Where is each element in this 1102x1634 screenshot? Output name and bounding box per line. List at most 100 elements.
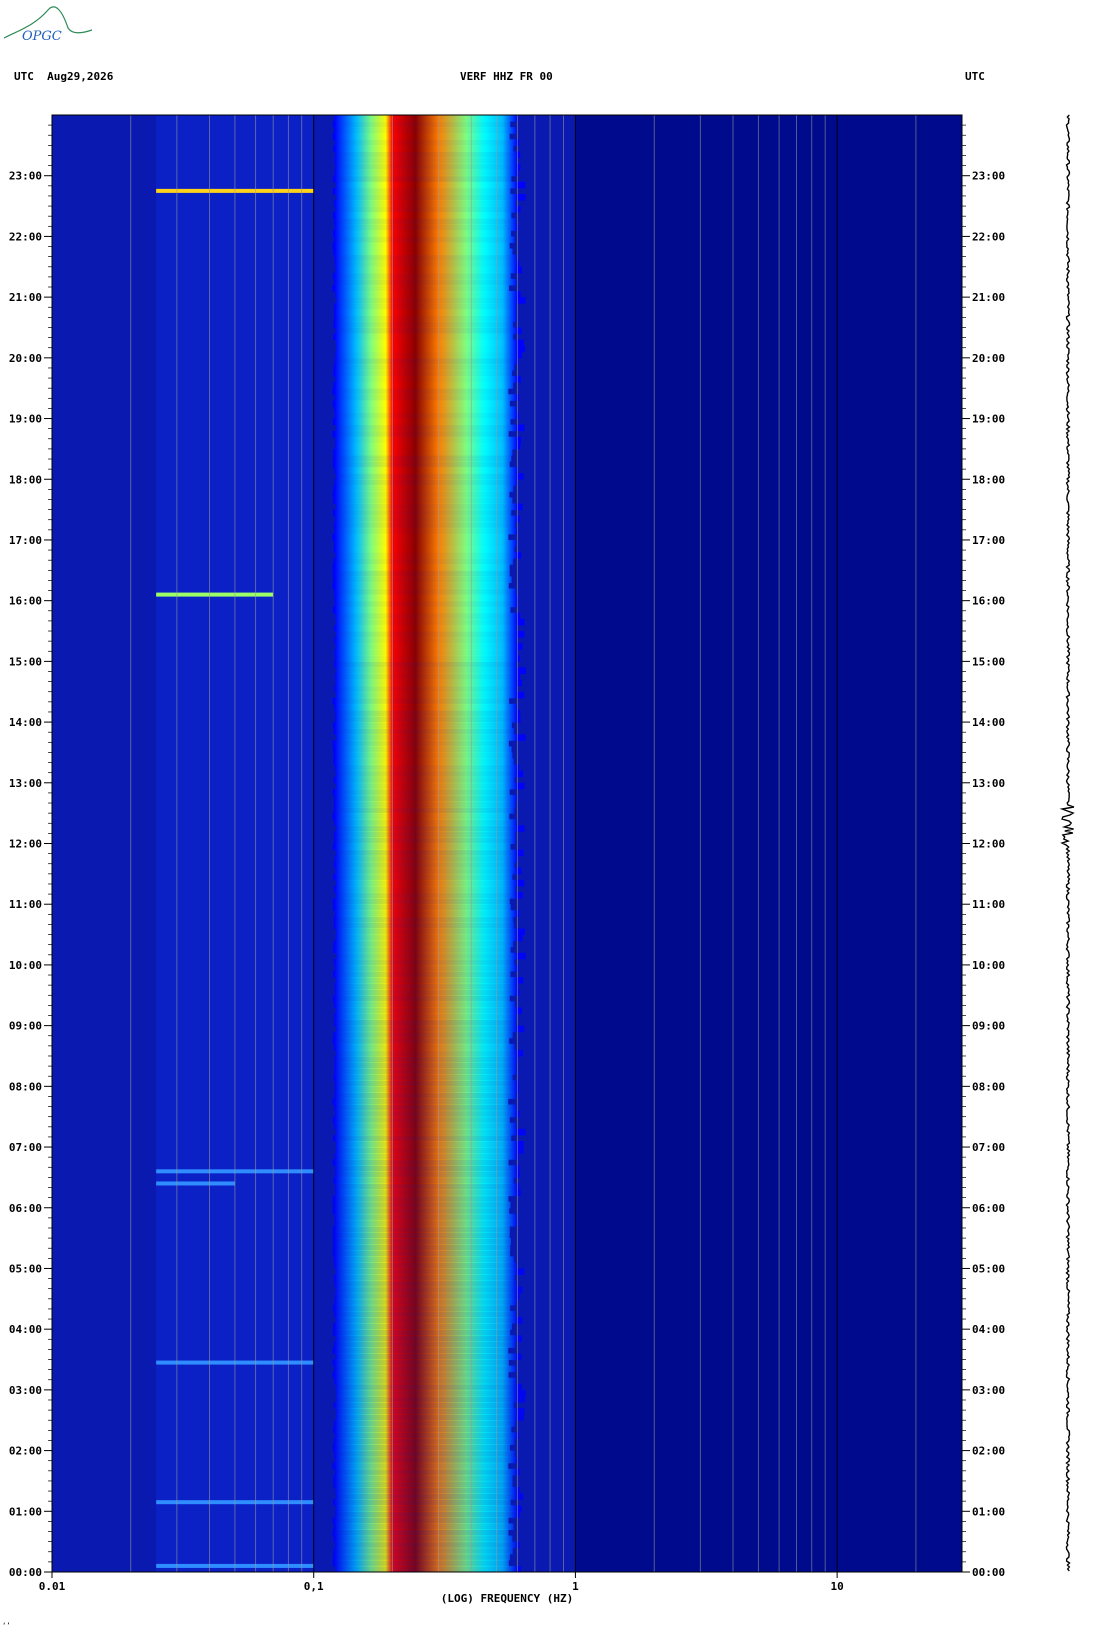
footer-mark: ‘’ [2,1622,11,1630]
band-row [333,1001,516,1008]
y-tick-label-left: 01:00 [9,1505,42,1518]
band-row [335,1049,524,1057]
band-row [333,1480,513,1488]
band-row [334,1086,519,1093]
band-row [334,1377,517,1385]
band-row [332,1232,510,1239]
x-tick-label: 10 [831,1580,844,1593]
band-row [334,794,518,802]
band-row [332,1499,511,1506]
band-row [333,1134,512,1142]
band-row [333,558,514,565]
band-row [334,127,517,134]
band-row [333,369,513,377]
band-row [333,333,514,341]
band-row [332,1371,509,1379]
band-row [333,576,512,583]
band-row [334,1153,519,1160]
band-row [332,1347,509,1354]
y-tick-label-left: 23:00 [9,170,42,183]
band-row [334,412,519,420]
band-row [334,1541,520,1549]
y-tick-label-left: 06:00 [9,1202,42,1215]
band-row [334,964,519,972]
band-row [334,1213,518,1221]
y-tick-label-right: 08:00 [972,1080,1005,1093]
band-row [332,1201,511,1209]
band-row [332,230,512,237]
band-row [333,1535,513,1543]
band-row [333,175,512,183]
band-row [333,546,515,553]
band-row [332,1329,511,1336]
band-row [334,1310,516,1318]
band-row [332,1159,509,1166]
band-row [333,145,514,152]
band-row [332,1529,509,1537]
band-row [332,570,510,577]
band-row [334,1183,520,1191]
band-row [333,1031,513,1039]
band-row [333,485,514,492]
band-row [333,1074,513,1081]
y-tick-label-left: 12:00 [9,838,42,851]
y-tick-label-right: 00:00 [972,1566,1005,1579]
band-row [334,1068,518,1075]
y-tick-label-right: 12:00 [972,838,1005,851]
band-row [332,1444,510,1452]
band-row [334,224,519,231]
band-row [335,1383,523,1391]
band-row [334,637,518,644]
band-row [332,388,509,395]
band-row [334,1013,517,1021]
band-row [332,272,511,280]
band-row [332,400,510,407]
band-row [336,691,525,699]
y-tick-label-right: 17:00 [972,534,1005,547]
y-tick-label-right: 18:00 [972,473,1005,486]
band-row [334,406,517,413]
y-tick-label-left: 09:00 [9,1020,42,1033]
band-row [334,357,519,365]
band-row [333,1043,515,1051]
band-row [333,752,513,760]
band-row [334,394,519,401]
band-row [332,121,511,128]
band-row [334,1171,520,1178]
band-row [333,873,513,881]
y-tick-label-right: 19:00 [972,413,1005,426]
y-tick-label-right: 21:00 [972,291,1005,304]
band-row [334,1456,518,1464]
spectrogram-high-freq-region [575,115,962,1572]
band-row [335,612,521,620]
y-tick-label-right: 03:00 [972,1384,1005,1397]
band-row [334,1092,518,1099]
band-row [335,1007,522,1014]
y-tick-label-left: 16:00 [9,595,42,608]
y-tick-label-right: 13:00 [972,777,1005,790]
band-row [332,1207,510,1215]
band-row [332,1559,509,1567]
band-row [334,1055,519,1063]
y-tick-label-right: 02:00 [972,1445,1005,1458]
band-row [334,1122,517,1130]
band-row [332,1250,511,1257]
band-row [333,1256,514,1263]
band-row [332,788,510,796]
band-row [335,1493,524,1500]
band-row [336,1389,526,1397]
y-tick-label-right: 05:00 [972,1262,1005,1275]
band-row [334,910,519,917]
band-row [334,1104,517,1112]
band-row [333,776,515,784]
band-row [332,461,510,468]
band-row [333,1402,514,1409]
band-row [334,309,517,316]
band-row [335,867,522,875]
y-tick-label-left: 03:00 [9,1384,42,1397]
band-row [335,503,523,511]
band-row [335,643,523,650]
band-row [336,952,526,960]
y-tick-label-left: 14:00 [9,716,42,729]
band-row [333,1474,513,1482]
